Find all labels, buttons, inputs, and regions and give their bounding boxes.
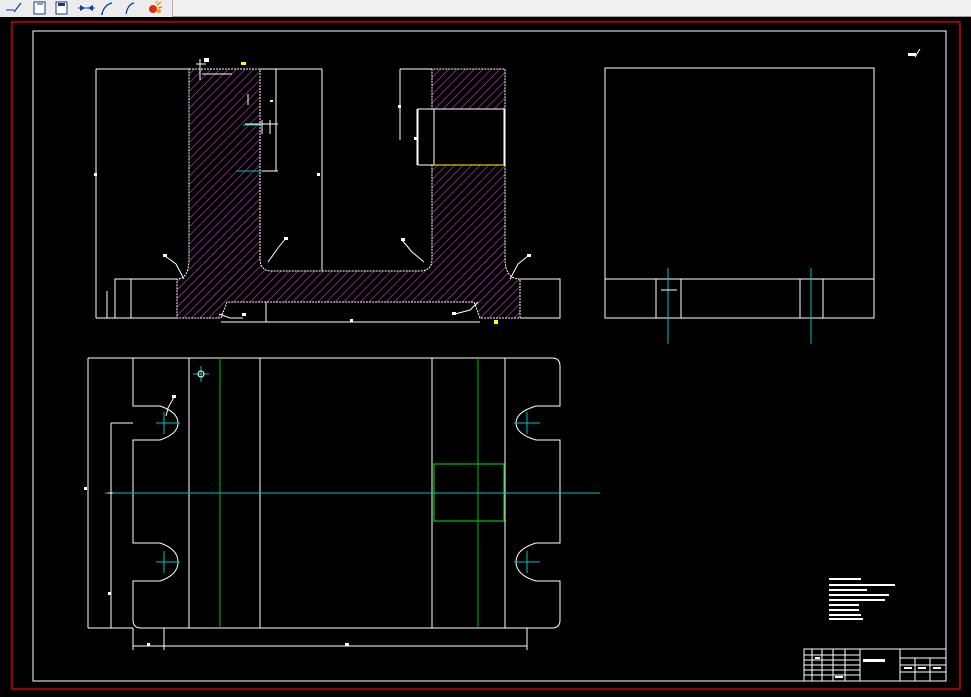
spline-tool-icon[interactable] [120, 0, 140, 16]
front-section-view [94, 58, 561, 324]
title-block [803, 648, 947, 682]
rectangle-tool-icon[interactable] [30, 0, 50, 16]
explode-tool-icon[interactable] [144, 0, 164, 16]
toolbar [0, 0, 971, 17]
arc-tool-icon[interactable] [97, 0, 117, 16]
top-view [84, 357, 600, 650]
drawing-canvas[interactable] [0, 17, 971, 697]
technical-notes [829, 578, 895, 620]
toolbar-strip [0, 0, 173, 17]
line-tool-icon[interactable] [4, 0, 24, 16]
dimension-tool-icon[interactable] [77, 0, 97, 16]
side-view [604, 67, 875, 344]
block-tool-icon[interactable] [52, 0, 72, 16]
hatched-section [176, 68, 521, 319]
roughness-mark [908, 48, 921, 58]
